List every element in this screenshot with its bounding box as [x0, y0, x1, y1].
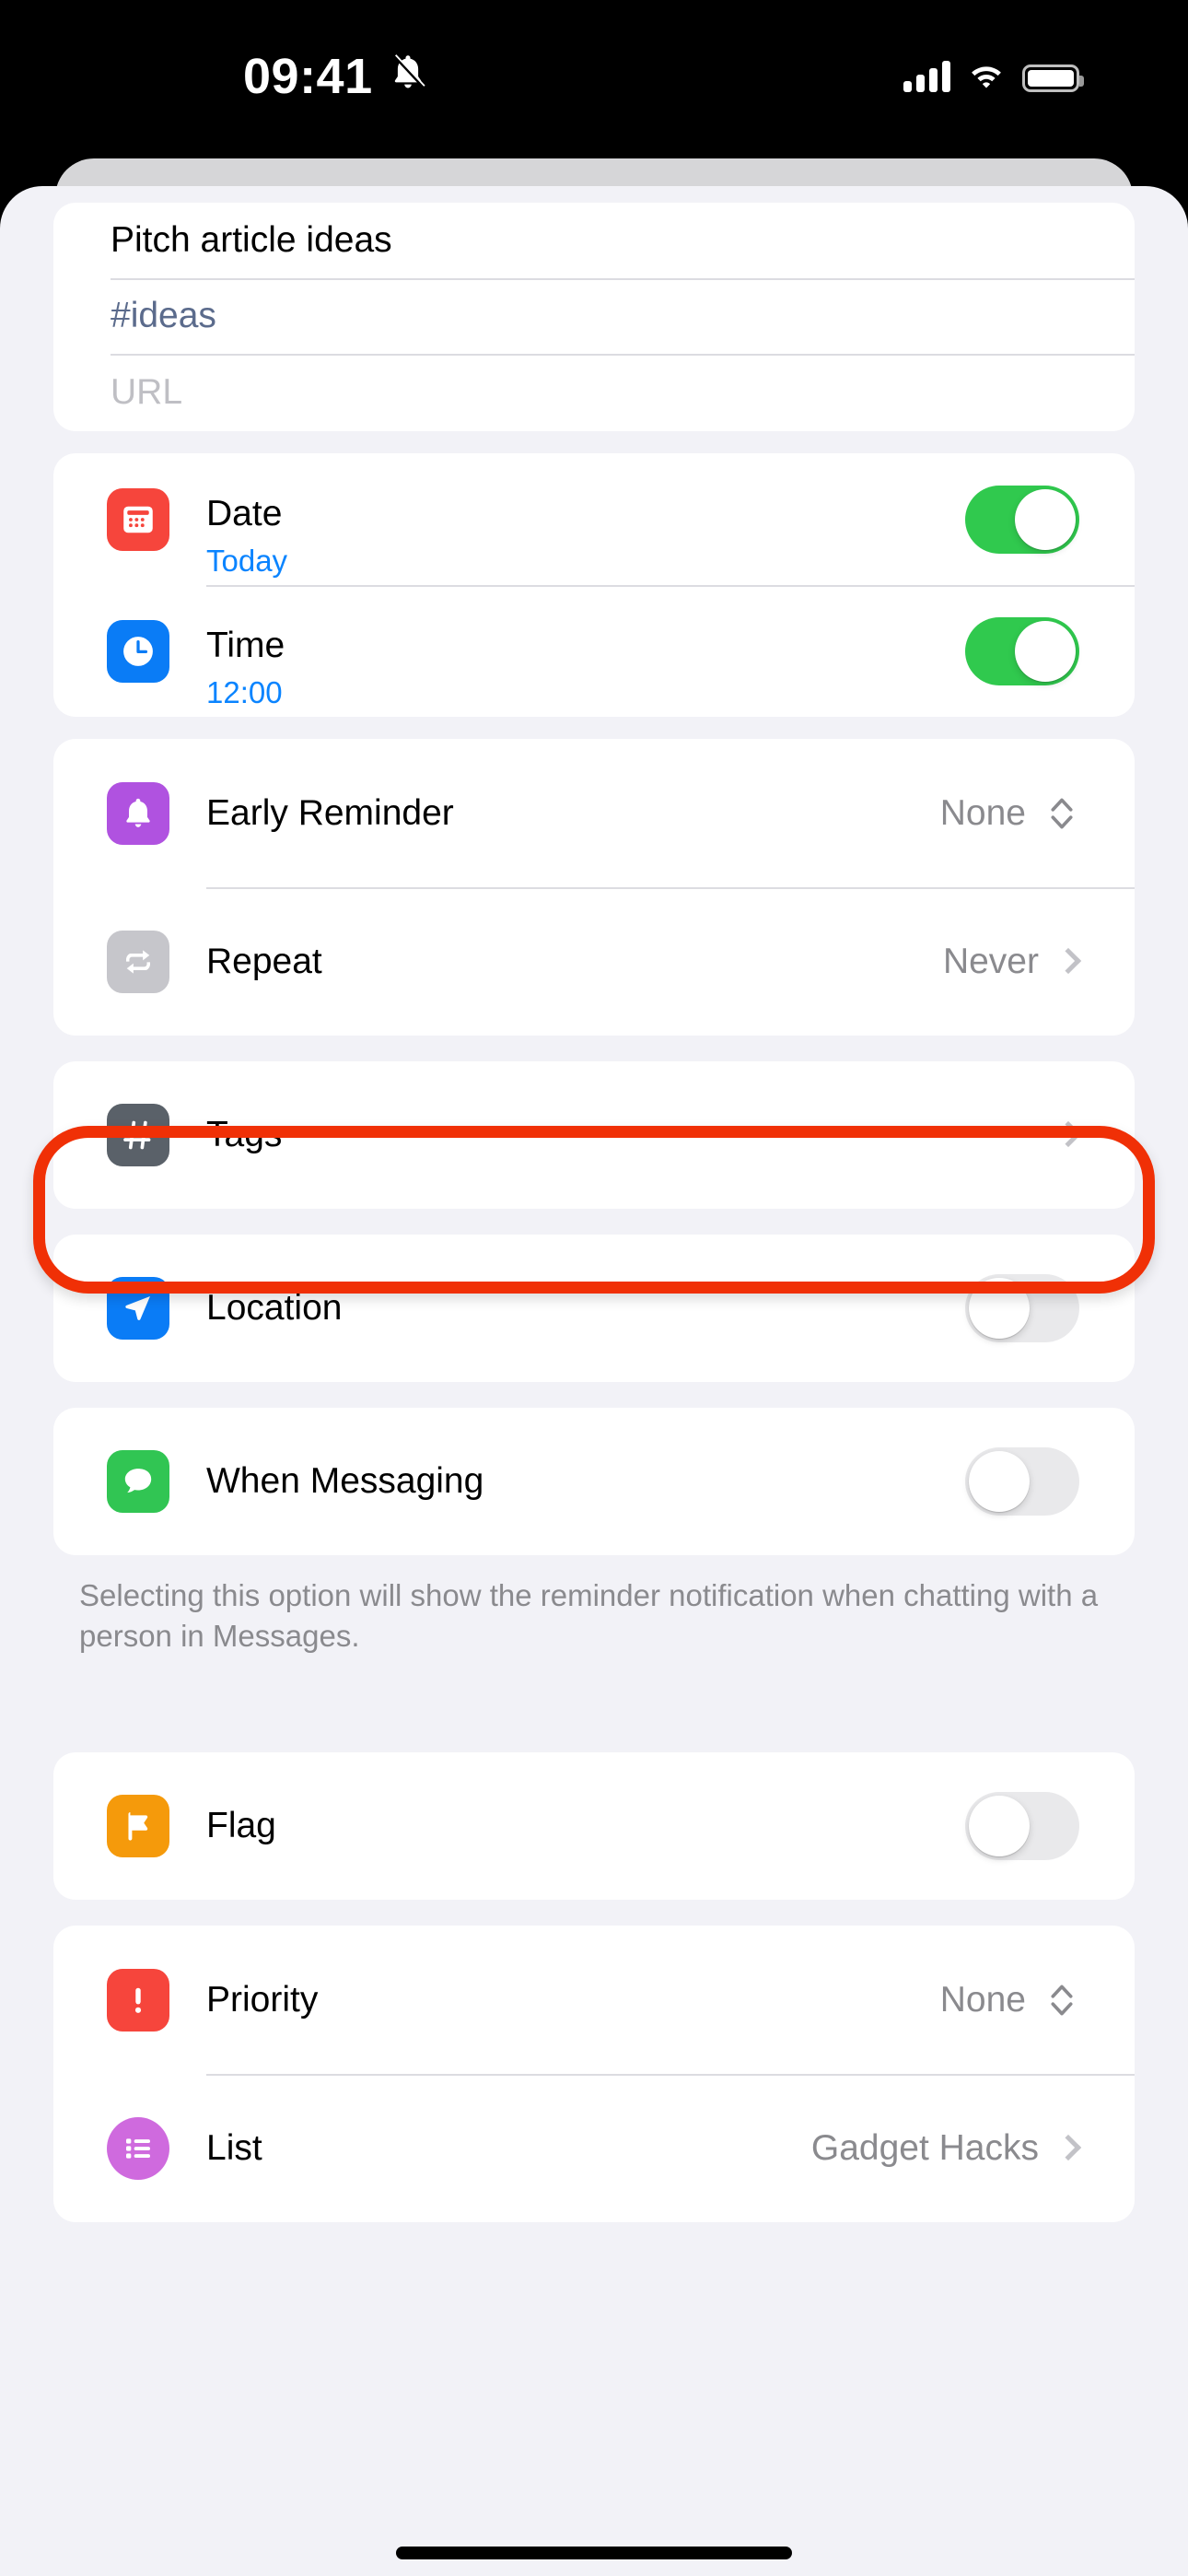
- date-toggle[interactable]: [965, 485, 1079, 554]
- alerts-card: Early Reminder None Repeat Never: [53, 739, 1135, 1036]
- cellular-signal-icon: [903, 61, 950, 92]
- time-value: 12:00: [206, 675, 283, 709]
- tags-row[interactable]: Tags: [53, 1061, 1135, 1209]
- navigation-arrow-icon: [107, 1277, 169, 1340]
- location-card: Location: [53, 1235, 1135, 1382]
- date-label: Date: [206, 494, 283, 533]
- repeat-value: Never: [942, 941, 1039, 981]
- details-modal-sheet: Cancel Details Done Pitch article ideas …: [0, 186, 1188, 2576]
- wifi-icon: [972, 66, 1001, 88]
- status-bar-indicators: [903, 53, 1084, 92]
- priority-row[interactable]: Priority None: [53, 1926, 1135, 2074]
- when-messaging-row[interactable]: When Messaging: [53, 1408, 1135, 1555]
- list-row[interactable]: List Gadget Hacks: [53, 2074, 1135, 2222]
- bell-icon: [107, 781, 169, 845]
- list-bullet-icon: [107, 2116, 169, 2180]
- list-label: List: [206, 2127, 262, 2168]
- priority-list-card: Priority None List Gadget Hacks: [53, 1926, 1135, 2222]
- chevron-up-down-icon[interactable]: [1046, 1977, 1077, 2023]
- when-messaging-label: When Messaging: [206, 1461, 484, 1501]
- tags-card[interactable]: Tags: [53, 1061, 1135, 1209]
- status-bar-clock: 09:41: [243, 49, 373, 104]
- url-field-row[interactable]: URL: [53, 354, 1135, 431]
- clock-icon: [107, 619, 169, 683]
- message-bubble-icon: [107, 1450, 169, 1513]
- priority-value: None: [939, 1979, 1026, 2020]
- repeat-row[interactable]: Repeat Never: [53, 887, 1135, 1036]
- hash-icon: [107, 1104, 169, 1166]
- early-reminder-label: Early Reminder: [206, 792, 454, 833]
- chevron-right-icon[interactable]: [1054, 1120, 1082, 1148]
- chevron-right-icon[interactable]: [1054, 2134, 1082, 2160]
- battery-full-icon: [1022, 64, 1084, 92]
- date-value: Today: [206, 544, 288, 578]
- priority-label: Priority: [206, 1979, 319, 2020]
- exclamation-icon: [107, 1968, 169, 2032]
- url-input[interactable]: URL: [111, 372, 182, 413]
- detail-fields-card: Pitch article ideas #ideas URL: [53, 203, 1135, 431]
- flag-row[interactable]: Flag: [53, 1752, 1135, 1900]
- flag-card: Flag: [53, 1752, 1135, 1900]
- chevron-right-icon[interactable]: [1054, 947, 1082, 974]
- repeat-icon: [107, 930, 169, 993]
- location-label: Location: [206, 1288, 343, 1328]
- when-messaging-toggle[interactable]: [965, 1447, 1079, 1516]
- home-indicator: [396, 2547, 792, 2559]
- early-reminder-value: None: [939, 792, 1026, 833]
- calendar-icon: [107, 487, 169, 551]
- chevron-up-down-icon[interactable]: [1046, 790, 1077, 837]
- status-bar: 09:41: [0, 0, 1188, 157]
- time-toggle[interactable]: [965, 616, 1079, 685]
- date-row[interactable]: Date Today: [53, 453, 1135, 585]
- flag-icon: [107, 1795, 169, 1857]
- title-field-row[interactable]: Pitch article ideas: [53, 203, 1135, 278]
- location-toggle[interactable]: [965, 1274, 1079, 1342]
- location-row[interactable]: Location: [53, 1235, 1135, 1382]
- repeat-label: Repeat: [206, 941, 322, 981]
- reminder-notes-input[interactable]: #ideas: [111, 296, 216, 336]
- early-reminder-row[interactable]: Early Reminder None: [53, 739, 1135, 887]
- reminder-title-input[interactable]: Pitch article ideas: [111, 220, 392, 261]
- time-row[interactable]: Time 12:00: [53, 585, 1135, 717]
- notes-field-row[interactable]: #ideas: [53, 278, 1135, 354]
- time-label: Time: [206, 626, 285, 665]
- bell-slash-icon: [393, 54, 425, 88]
- messaging-footer-note: Selecting this option will show the remi…: [79, 1578, 1099, 1653]
- schedule-card: Date Today Time 12:00: [53, 453, 1135, 717]
- messaging-card: When Messaging: [53, 1408, 1135, 1555]
- list-value: Gadget Hacks: [810, 2127, 1039, 2168]
- flag-label: Flag: [206, 1806, 276, 1845]
- flag-toggle[interactable]: [965, 1792, 1079, 1860]
- tags-label: Tags: [206, 1115, 283, 1154]
